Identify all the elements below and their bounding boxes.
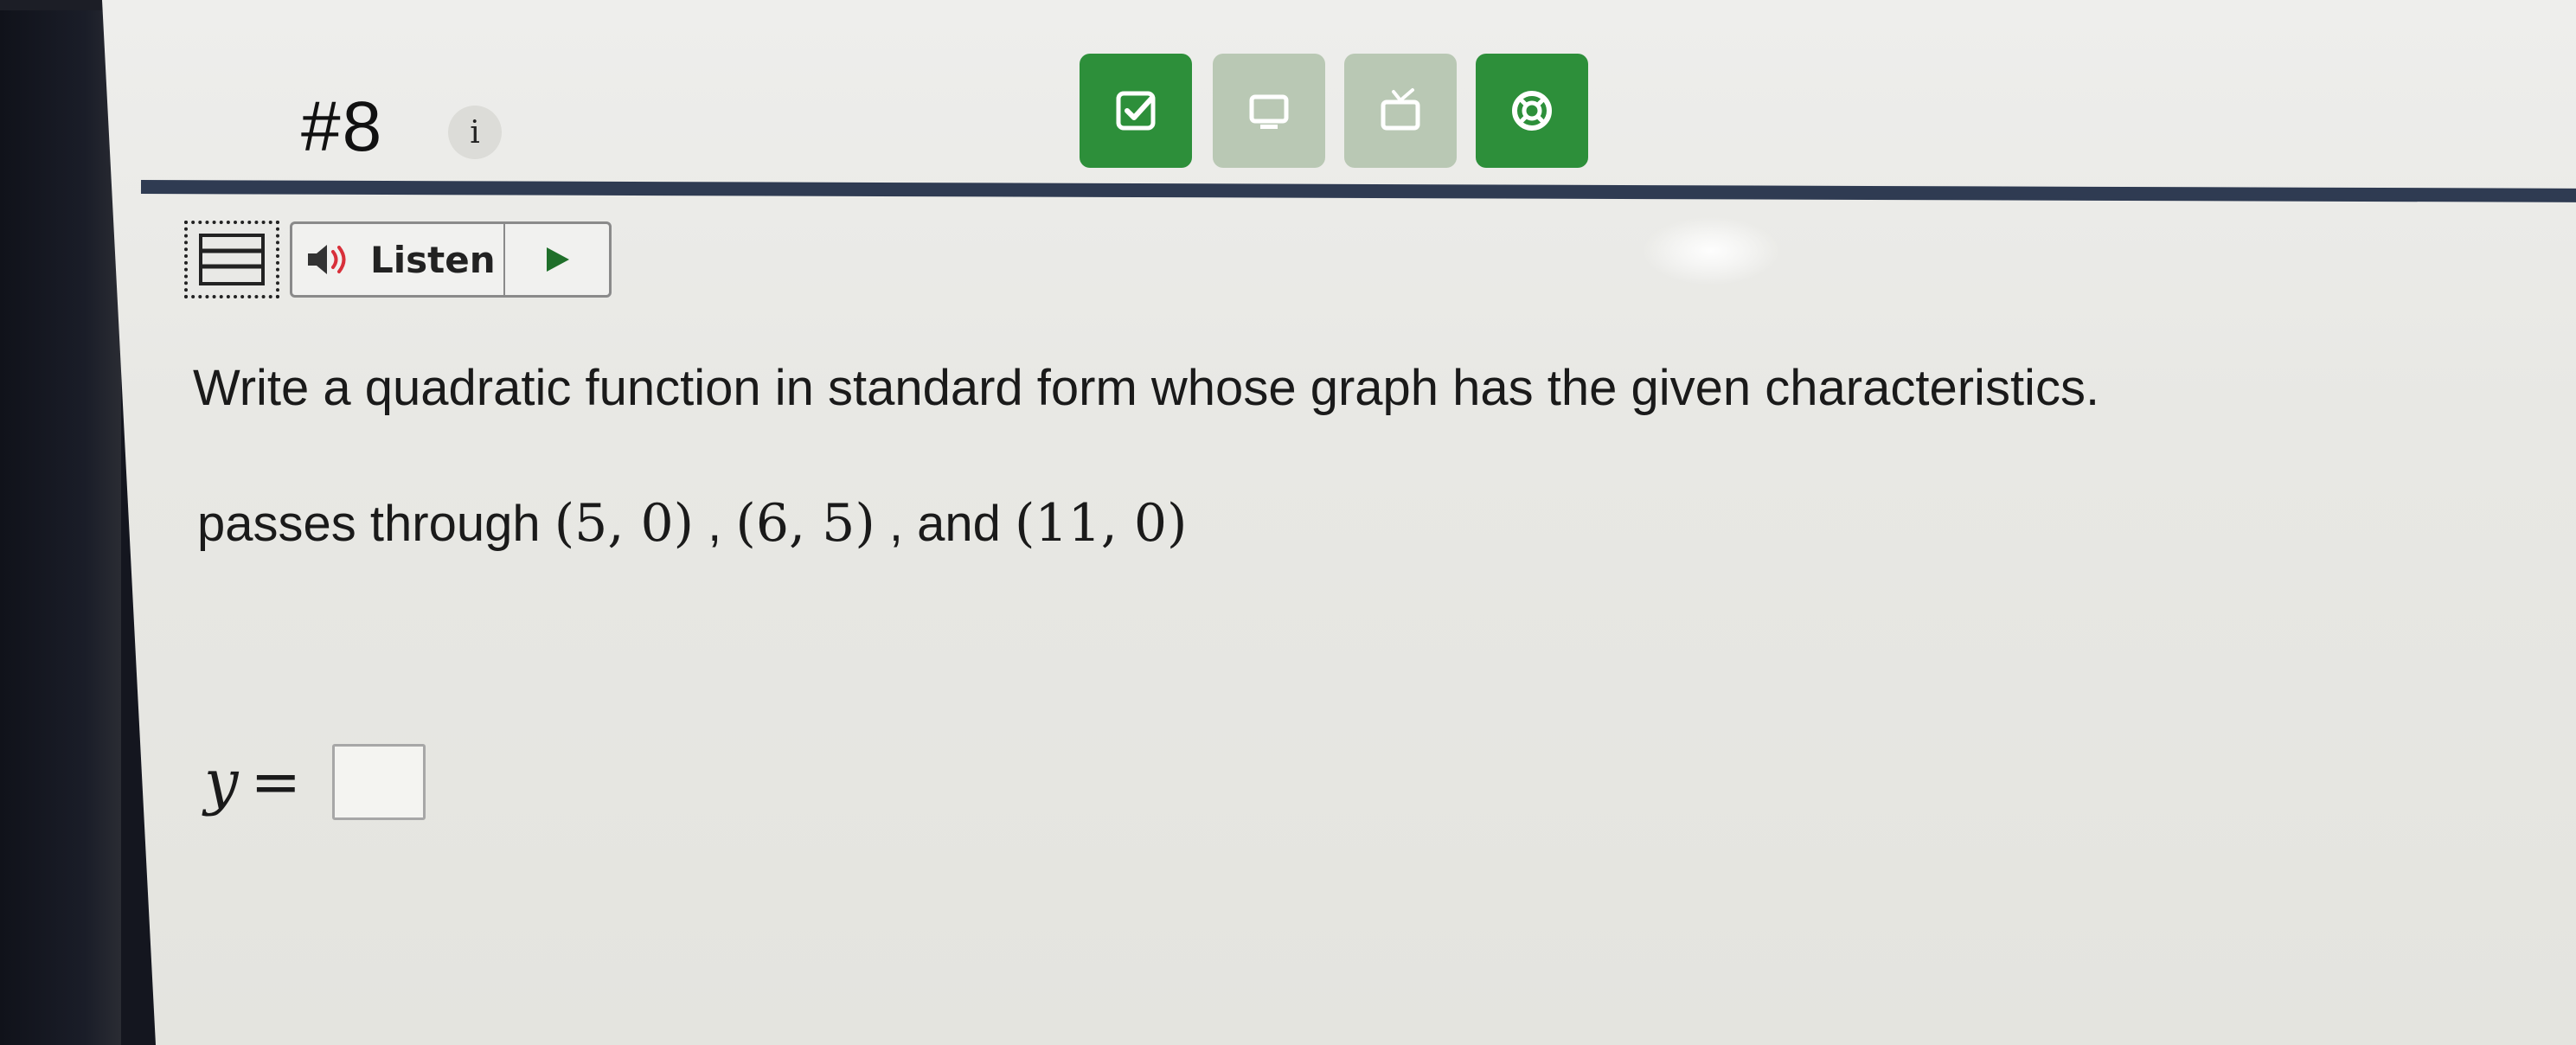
point-1: (5, 0) — [554, 493, 695, 554]
point-2: (6, 5) — [735, 493, 875, 554]
screen-button[interactable] — [1213, 54, 1325, 168]
tv-icon — [1381, 88, 1420, 131]
check-square-icon — [1116, 91, 1156, 131]
help-lifebuoy-icon — [1512, 91, 1552, 131]
screen-icon — [1249, 94, 1289, 129]
header-divider — [140, 180, 2576, 203]
play-button[interactable] — [505, 224, 609, 295]
answer-input-box[interactable] — [332, 744, 426, 820]
monitor-bezel — [0, 0, 121, 1045]
listen-main[interactable]: Listen — [292, 224, 505, 295]
listen-button[interactable]: Listen — [290, 221, 612, 298]
separator-2: , and — [888, 496, 1001, 552]
screen-glare — [1642, 216, 1780, 285]
question-prompt: Write a quadratic function in standard f… — [193, 360, 2100, 416]
answer-row: y = — [204, 744, 426, 820]
equals-sign: = — [250, 747, 302, 817]
speaker-icon — [308, 245, 346, 274]
listen-toolbar: Listen — [184, 221, 612, 298]
separator-1: , — [708, 496, 722, 552]
listen-label: Listen — [370, 238, 496, 281]
answer-variable: y — [204, 747, 239, 817]
tv-button[interactable] — [1344, 54, 1457, 168]
check-answer-button[interactable] — [1080, 54, 1192, 168]
info-button[interactable]: i — [448, 106, 502, 159]
problem-number: #8 — [301, 87, 384, 166]
question-points: passes through (5, 0) , (6, 5) , and (11… — [197, 493, 1187, 554]
text-reader-icon[interactable] — [184, 221, 279, 298]
screen: #8 i Listen Write a quadratic function i… — [102, 0, 2576, 1045]
point-3: (11, 0) — [1014, 493, 1188, 554]
play-icon — [547, 247, 569, 272]
help-button[interactable] — [1476, 54, 1588, 168]
points-prefix: passes through — [197, 496, 541, 552]
